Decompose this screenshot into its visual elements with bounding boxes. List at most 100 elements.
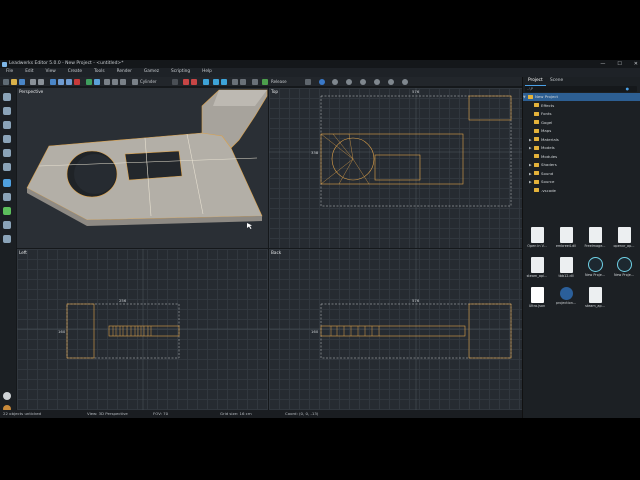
file-item[interactable]: steam_api... (524, 257, 550, 285)
file-item[interactable]: tbb12.dll (553, 257, 579, 285)
zoom-in-icon[interactable] (104, 78, 110, 85)
box-tool-icon[interactable] (3, 149, 11, 157)
file-item[interactable]: projection... (553, 287, 579, 315)
new-file-icon[interactable] (3, 78, 9, 85)
tab-scene[interactable]: Scene (547, 77, 566, 85)
tree-item-sound[interactable]: ▶ Sound (529, 170, 553, 178)
top-viewport[interactable]: Top 576 338 (268, 87, 524, 249)
move-icon[interactable] (94, 78, 100, 85)
file-item[interactable]: steam_ap... (582, 287, 608, 315)
select-tool-icon[interactable] (3, 93, 11, 101)
file-item[interactable]: FreeImage... (582, 227, 608, 255)
camera-icon[interactable] (374, 78, 380, 85)
menu-tools[interactable]: Tools (88, 68, 111, 76)
search-icon[interactable]: ● (626, 86, 629, 92)
shaded-icon[interactable] (346, 78, 352, 85)
redo-icon[interactable] (38, 78, 44, 85)
maximize-button[interactable]: ☐ (617, 60, 621, 68)
menu-gamez[interactable]: Gamez (138, 68, 165, 76)
snap-icon[interactable] (221, 78, 227, 85)
tree-item-new-project[interactable]: ▼ New Project (523, 93, 640, 101)
texture-lock-icon[interactable] (213, 78, 219, 85)
menu-help[interactable]: Help (196, 68, 218, 76)
menu-edit[interactable]: Edit (19, 68, 39, 76)
build-config-dropdown[interactable]: Release (271, 77, 287, 86)
ruler-icon[interactable] (240, 78, 246, 85)
tree-item-source[interactable]: ▶ Source (529, 178, 554, 186)
back-viewport[interactable]: Back 576 160 (268, 248, 524, 411)
tree-item-shaders[interactable]: ▶ Shaders (529, 161, 557, 169)
file-item[interactable]: Open in V... (524, 227, 550, 255)
file-name: tbb12.dll (558, 274, 574, 278)
file-item[interactable]: openxr_ap... (611, 227, 637, 255)
settings-icon[interactable] (402, 78, 408, 85)
tree-label: Shaders (541, 162, 557, 167)
paste-icon[interactable] (58, 78, 64, 85)
undo-icon[interactable] (30, 78, 36, 85)
tree-item-materials[interactable]: ▶ Materials (529, 136, 559, 144)
copy-icon[interactable] (50, 78, 56, 85)
primitive-dropdown[interactable]: Cylinder (140, 77, 157, 86)
tree-item-vscode[interactable]: .vscode (529, 187, 556, 195)
file-item[interactable]: New Proje... (582, 257, 608, 285)
tree-item-modules[interactable]: Modules (529, 153, 557, 161)
delete-icon[interactable] (74, 78, 80, 85)
brush-icon[interactable] (232, 78, 238, 85)
duplicate-icon[interactable] (66, 78, 72, 85)
wireframe-icon[interactable] (332, 78, 338, 85)
viewport-label-top: Top (271, 89, 279, 94)
tree-item-gogel[interactable]: Gogel (529, 119, 552, 127)
grid-icon[interactable] (388, 78, 394, 85)
asset-search-input[interactable]: ..\P ● (525, 86, 637, 92)
paint-tool-icon[interactable] (3, 193, 11, 201)
zoom-out-icon[interactable] (112, 78, 118, 85)
viewport-label-perspective: Perspective (19, 89, 44, 94)
csg-subtract-icon[interactable] (183, 78, 189, 85)
file-item[interactable]: New Proje... (611, 257, 637, 285)
zoom-fit-icon[interactable] (120, 78, 126, 85)
open-folder-icon[interactable] (11, 78, 17, 85)
menu-scripting[interactable]: Scripting (165, 68, 196, 76)
menu-render[interactable]: Render (111, 68, 138, 76)
play-icon[interactable] (262, 78, 268, 85)
scale-tool-icon[interactable] (3, 135, 11, 143)
dropdown-arrow-icon[interactable] (305, 78, 311, 85)
viewport-label-left: Left (19, 250, 27, 255)
render-mode-icon[interactable] (319, 78, 325, 85)
status-selection: 22 objects unticked (3, 411, 42, 416)
rotate-tool-icon[interactable] (3, 121, 11, 129)
align-icon[interactable] (203, 78, 209, 85)
menu-view[interactable]: View (40, 68, 62, 76)
vertex-tool-icon[interactable] (3, 163, 11, 171)
tree-item-models[interactable]: ▶ Models (529, 144, 555, 152)
path-tool-icon[interactable] (3, 235, 11, 243)
perspective-viewport[interactable]: Perspective (16, 87, 269, 249)
file-item[interactable]: Ultra.json (524, 287, 550, 315)
title-bar: Leadwerks Editor 5.0.0 - New Project - <… (0, 60, 640, 68)
status-coords: Coord: (0, 0, -13) (285, 411, 319, 416)
brush-tool-icon[interactable] (3, 179, 11, 187)
left-viewport[interactable]: Left 256 160 (16, 248, 269, 411)
terrain-tool-icon[interactable] (3, 207, 11, 215)
perspective-scene (17, 88, 268, 248)
menu-create[interactable]: Create (62, 68, 88, 76)
entity-tool-icon[interactable] (3, 221, 11, 229)
tree-item-effects[interactable]: Effects (529, 102, 554, 110)
depth-dimension: 338 (311, 150, 319, 155)
tab-project[interactable]: Project (525, 77, 546, 86)
cylinder-icon[interactable] (132, 78, 138, 85)
tree-item-fonts[interactable]: Fonts (529, 110, 552, 118)
grid-snap-icon[interactable] (86, 78, 92, 85)
lighting-icon[interactable] (360, 78, 366, 85)
left-height-dimension: 160 (58, 329, 66, 334)
move-tool-icon[interactable] (3, 107, 11, 115)
save-icon[interactable] (19, 78, 25, 85)
close-button[interactable]: ✕ (634, 60, 638, 68)
tree-item-maps[interactable]: Maps (529, 127, 551, 135)
menu-file[interactable]: File (0, 68, 19, 76)
graduation-cap-icon[interactable] (3, 392, 11, 400)
file-item[interactable]: embree4.dll (553, 227, 579, 255)
build-icon[interactable] (252, 78, 258, 85)
minimize-button[interactable]: — (600, 60, 605, 68)
csg-carve-icon[interactable] (191, 78, 197, 85)
